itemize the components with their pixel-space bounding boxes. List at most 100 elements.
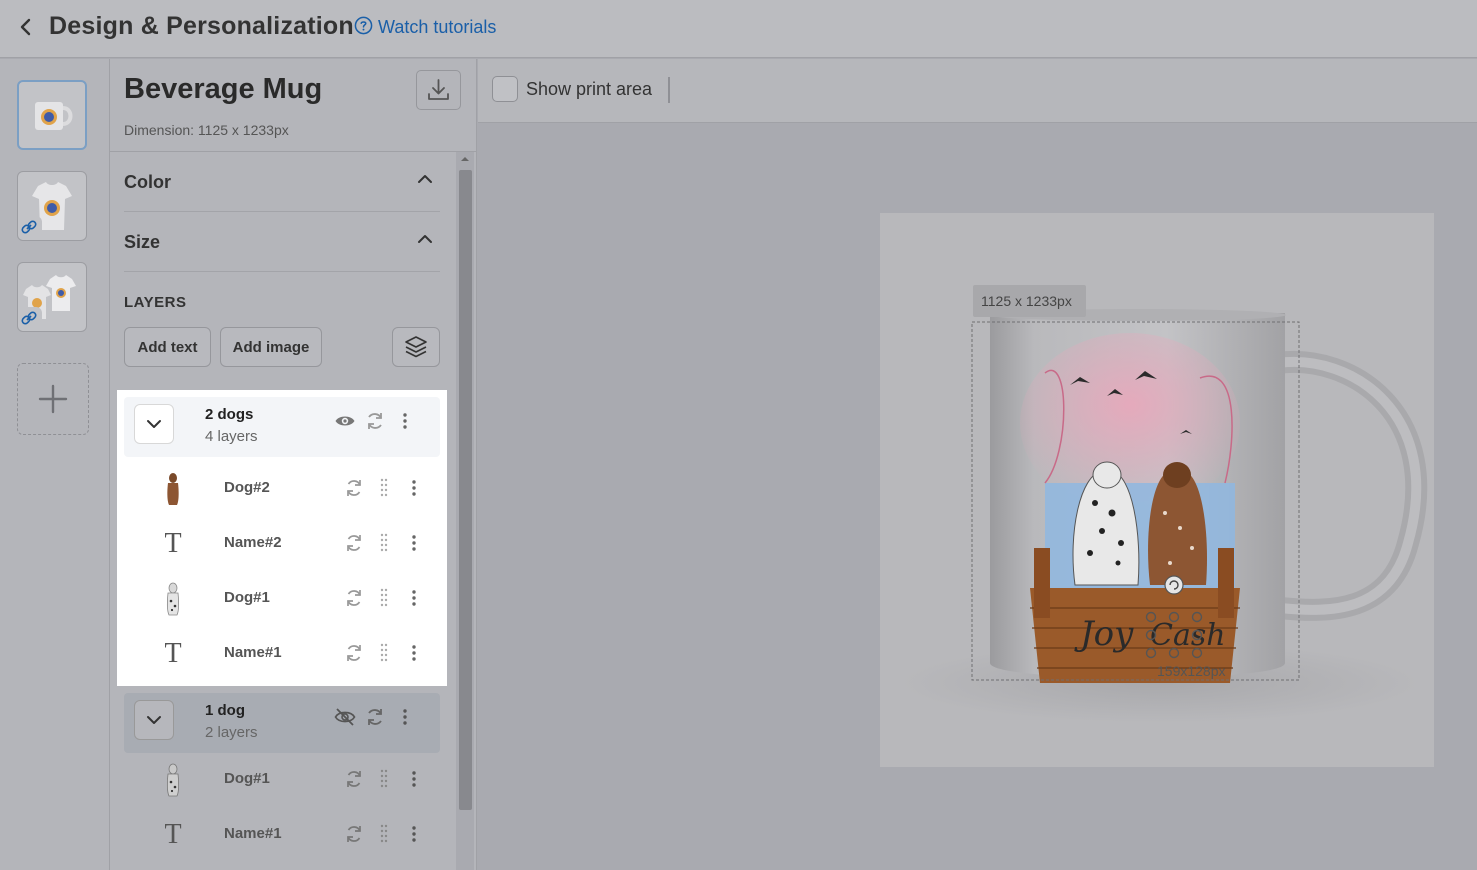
- text-layer-thumbnail: T: [154, 815, 192, 855]
- drag-handle-icon[interactable]: [374, 477, 394, 499]
- drag-handle-icon[interactable]: [374, 642, 394, 664]
- product-dimension: Dimension: 1125 x 1233px: [124, 122, 289, 138]
- dog-spotted-icon: [166, 763, 180, 797]
- canvas-name-left[interactable]: Joy: [1074, 614, 1134, 654]
- layer-row[interactable]: Dog#2: [124, 462, 440, 517]
- mug-thumbnail-icon: [35, 102, 73, 130]
- selection-size-tag: 159x128px: [1157, 663, 1226, 679]
- more-vertical-icon[interactable]: [404, 532, 424, 554]
- drag-handle-icon[interactable]: [374, 768, 394, 790]
- eye-icon[interactable]: [334, 410, 356, 432]
- more-vertical-icon[interactable]: [394, 706, 416, 728]
- product-title: Beverage Mug: [124, 73, 323, 105]
- linked-badge: [18, 307, 42, 331]
- add-text-button[interactable]: Add text: [124, 327, 211, 367]
- group-collapse-button[interactable]: [134, 404, 174, 444]
- plus-icon: [38, 384, 68, 414]
- group-name: 1 dog: [205, 702, 245, 719]
- layer-name: Name#2: [224, 534, 282, 551]
- scroll-up-arrow-icon[interactable]: [456, 152, 474, 166]
- group-header[interactable]: 2 dogs 4 layers: [124, 397, 440, 457]
- drag-handle-icon[interactable]: [374, 823, 394, 845]
- back-arrow-icon[interactable]: [14, 15, 38, 39]
- layer-group-1-dog: 1 dog 2 layers Dog#1 T Name#1: [117, 686, 447, 870]
- chevron-down-icon: [147, 420, 161, 428]
- layer-group-2-dogs: 2 dogs 4 layers Dog#2 T Name#2 Dog#1 T N…: [117, 390, 447, 686]
- layer-row[interactable]: T Name#1: [124, 808, 440, 863]
- artboard[interactable]: Joy Cash 1125 x 1233px 159x128px: [880, 213, 1434, 767]
- canvas-name-right[interactable]: Cash: [1150, 618, 1226, 653]
- group-layer-count: 2 layers: [205, 724, 258, 741]
- drag-handle-icon[interactable]: [374, 532, 394, 554]
- layer-name: Name#1: [224, 644, 282, 661]
- text-layer-thumbnail: T: [154, 634, 192, 674]
- layer-name: Dog#1: [224, 589, 270, 606]
- thumbnail-tshirt-pair[interactable]: [17, 262, 87, 332]
- dog-image-thumbnail: [154, 469, 192, 509]
- layer-row[interactable]: T Name#2: [124, 517, 440, 572]
- show-print-area-label[interactable]: Show print area: [526, 79, 652, 100]
- thumbnail-tshirt[interactable]: [17, 171, 87, 241]
- add-mockup-button[interactable]: [17, 363, 89, 435]
- download-icon: [428, 79, 449, 100]
- eye-off-icon[interactable]: [334, 706, 356, 728]
- section-size[interactable]: Size: [124, 212, 440, 272]
- more-vertical-icon[interactable]: [404, 477, 424, 499]
- layer-row[interactable]: T Name#1: [124, 627, 440, 682]
- panel-scroll-area[interactable]: Color Size LAYERS Add text Add image 2 d…: [110, 152, 477, 870]
- more-vertical-icon[interactable]: [404, 587, 424, 609]
- more-vertical-icon[interactable]: [404, 823, 424, 845]
- canvas-toolbar: Show print area: [478, 59, 1477, 123]
- sync-icon[interactable]: [344, 642, 364, 664]
- drag-handle-icon[interactable]: [374, 587, 394, 609]
- toolbar-separator: [668, 77, 670, 103]
- group-collapse-button[interactable]: [134, 700, 174, 740]
- layer-row[interactable]: Dog#1: [124, 572, 440, 627]
- sync-icon[interactable]: [344, 768, 364, 790]
- layer-row[interactable]: Dog#1: [124, 753, 440, 808]
- link-icon: [21, 220, 37, 234]
- layers-heading: LAYERS: [124, 294, 187, 311]
- more-vertical-icon[interactable]: [394, 410, 416, 432]
- dog-image-thumbnail: [154, 760, 192, 800]
- layer-name: Dog#2: [224, 479, 270, 496]
- watch-tutorials-link[interactable]: Watch tutorials: [378, 17, 496, 38]
- section-color[interactable]: Color: [124, 152, 440, 212]
- group-layer-count: 4 layers: [205, 428, 258, 445]
- sync-icon[interactable]: [344, 477, 364, 499]
- dog-brown-icon: [167, 473, 179, 505]
- canvas-size-tag: 1125 x 1233px: [981, 293, 1072, 309]
- chevron-up-icon[interactable]: [416, 230, 434, 248]
- group-header[interactable]: 1 dog 2 layers: [124, 693, 440, 753]
- scrollbar-thumb[interactable]: [459, 170, 472, 810]
- dog-image-thumbnail: [154, 579, 192, 619]
- help-circle-icon[interactable]: [354, 16, 373, 35]
- group-name: 2 dogs: [205, 406, 254, 423]
- show-print-area-checkbox[interactable]: [492, 76, 518, 102]
- mockup-thumbnails: [0, 59, 110, 870]
- dog-spotted-icon: [166, 582, 180, 616]
- panel-scrollbar[interactable]: [456, 152, 474, 870]
- sync-icon[interactable]: [364, 706, 386, 728]
- mug-preview: Joy Cash 1125 x 1233px 159x128px: [900, 285, 1428, 723]
- section-color-label: Color: [124, 172, 171, 192]
- rotate-handle-icon[interactable]: [1164, 575, 1184, 595]
- more-vertical-icon[interactable]: [404, 768, 424, 790]
- sync-icon[interactable]: [344, 587, 364, 609]
- chevron-up-icon[interactable]: [416, 170, 434, 188]
- top-header: Design & Personalization Watch tutorials: [0, 0, 1477, 58]
- text-type-icon: T: [164, 638, 182, 669]
- sync-icon[interactable]: [364, 410, 386, 432]
- linked-badge: [18, 216, 42, 240]
- layers-menu-button[interactable]: [392, 327, 440, 367]
- sync-icon[interactable]: [344, 532, 364, 554]
- layer-name: Dog#1: [224, 770, 270, 787]
- sync-icon[interactable]: [344, 823, 364, 845]
- text-type-icon: T: [164, 819, 182, 850]
- add-image-button[interactable]: Add image: [220, 327, 322, 367]
- more-vertical-icon[interactable]: [404, 642, 424, 664]
- chevron-down-icon: [147, 716, 161, 724]
- design-canvas[interactable]: Joy Cash 1125 x 1233px 159x128px: [478, 123, 1477, 870]
- download-button[interactable]: [416, 70, 461, 110]
- thumbnail-mug[interactable]: [17, 80, 87, 150]
